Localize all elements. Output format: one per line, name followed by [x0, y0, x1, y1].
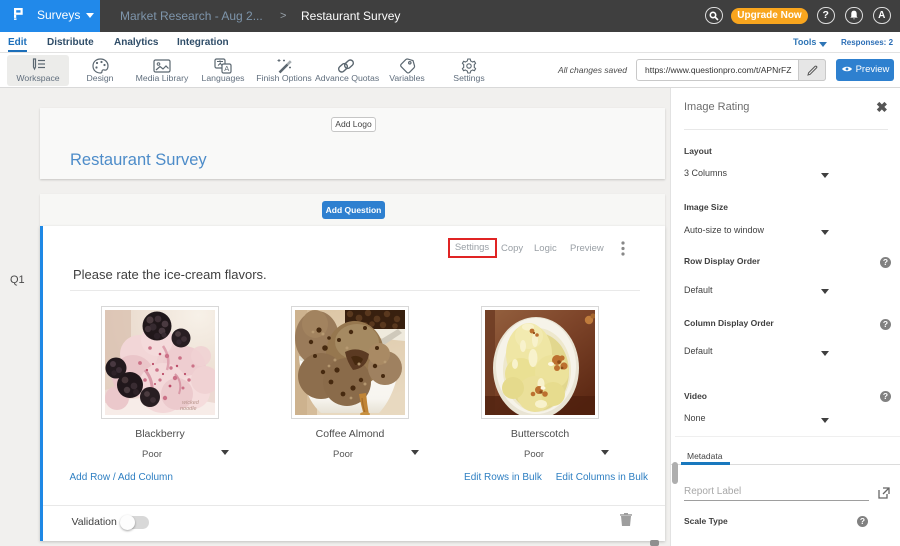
svg-text:noodle: noodle — [180, 406, 197, 412]
